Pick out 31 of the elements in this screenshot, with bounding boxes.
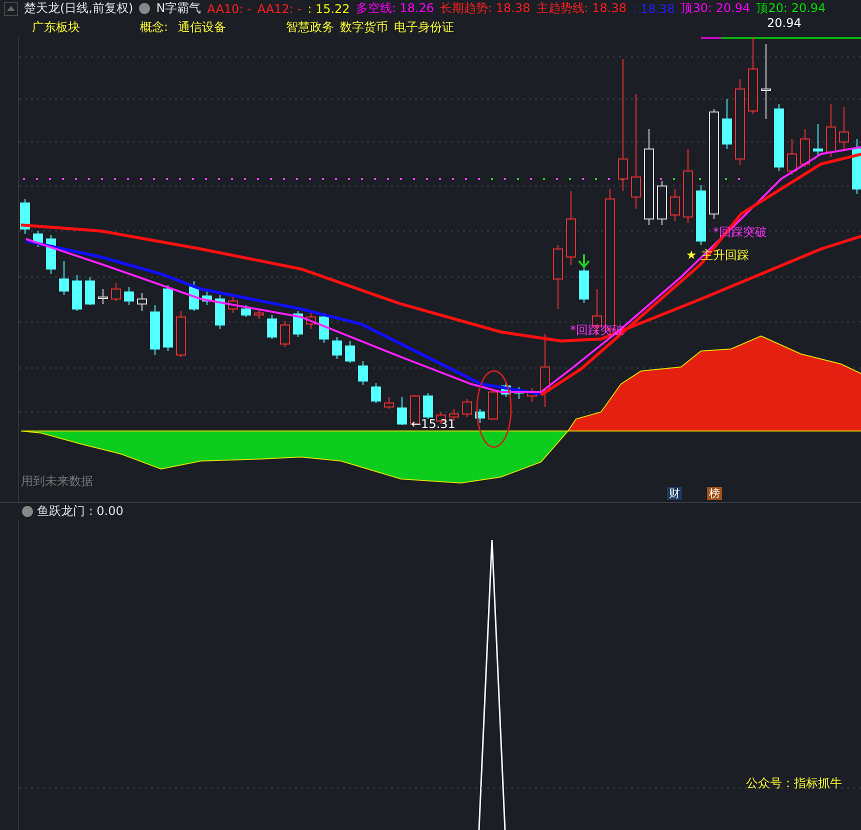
stock-title: 楚天龙(日线,前复权) xyxy=(24,0,134,18)
high-price-label: 20.94 xyxy=(767,16,802,30)
concept-tag: 通信设备 xyxy=(178,18,226,36)
concept-label: 概念: xyxy=(140,18,168,36)
badge[interactable]: 榜 xyxy=(707,487,722,500)
badge[interactable]: 财 xyxy=(667,487,682,500)
legend-value: 多空线: 18.26 xyxy=(356,0,434,18)
sector-label: 广东板块 xyxy=(32,18,80,36)
legend-value: AA10: - xyxy=(207,2,252,16)
up-arrow-icon xyxy=(7,6,15,12)
legend-value: 顶30: 20.94 xyxy=(680,0,750,18)
low-price-label: ←15.31 xyxy=(411,417,456,431)
down-arrow-icon xyxy=(578,254,590,269)
sub-indicator-title: 鱼跃龙门 : 0.00 xyxy=(37,503,124,520)
dropdown-icon[interactable] xyxy=(22,506,33,517)
concept-tag: 数字货币 xyxy=(340,18,388,36)
footer-note: 公众号：指标抓牛 xyxy=(746,776,842,790)
scroll-up-button[interactable] xyxy=(4,2,18,16)
legend-value: 长期趋势: 18.38 xyxy=(440,0,530,18)
legend-value: AA12: - xyxy=(257,2,302,16)
dropdown-icon[interactable] xyxy=(139,3,150,14)
concept-tag: 智慧政务 xyxy=(286,18,334,36)
indicator-name: N字霸气 xyxy=(156,0,202,18)
legend-value: 顶20: 20.94 xyxy=(756,0,826,18)
future-data-note: 用到未来数据 xyxy=(21,474,93,488)
signal-label: 主升回踩 xyxy=(701,248,749,262)
concept-tag: 电子身份证 xyxy=(394,18,454,36)
legend-value: : 15.22 xyxy=(308,2,350,16)
legend-value: : 18.38 xyxy=(632,2,675,16)
legend-value: 主趋势线: 18.38 xyxy=(536,0,626,18)
star-icon: ★ xyxy=(686,248,697,262)
